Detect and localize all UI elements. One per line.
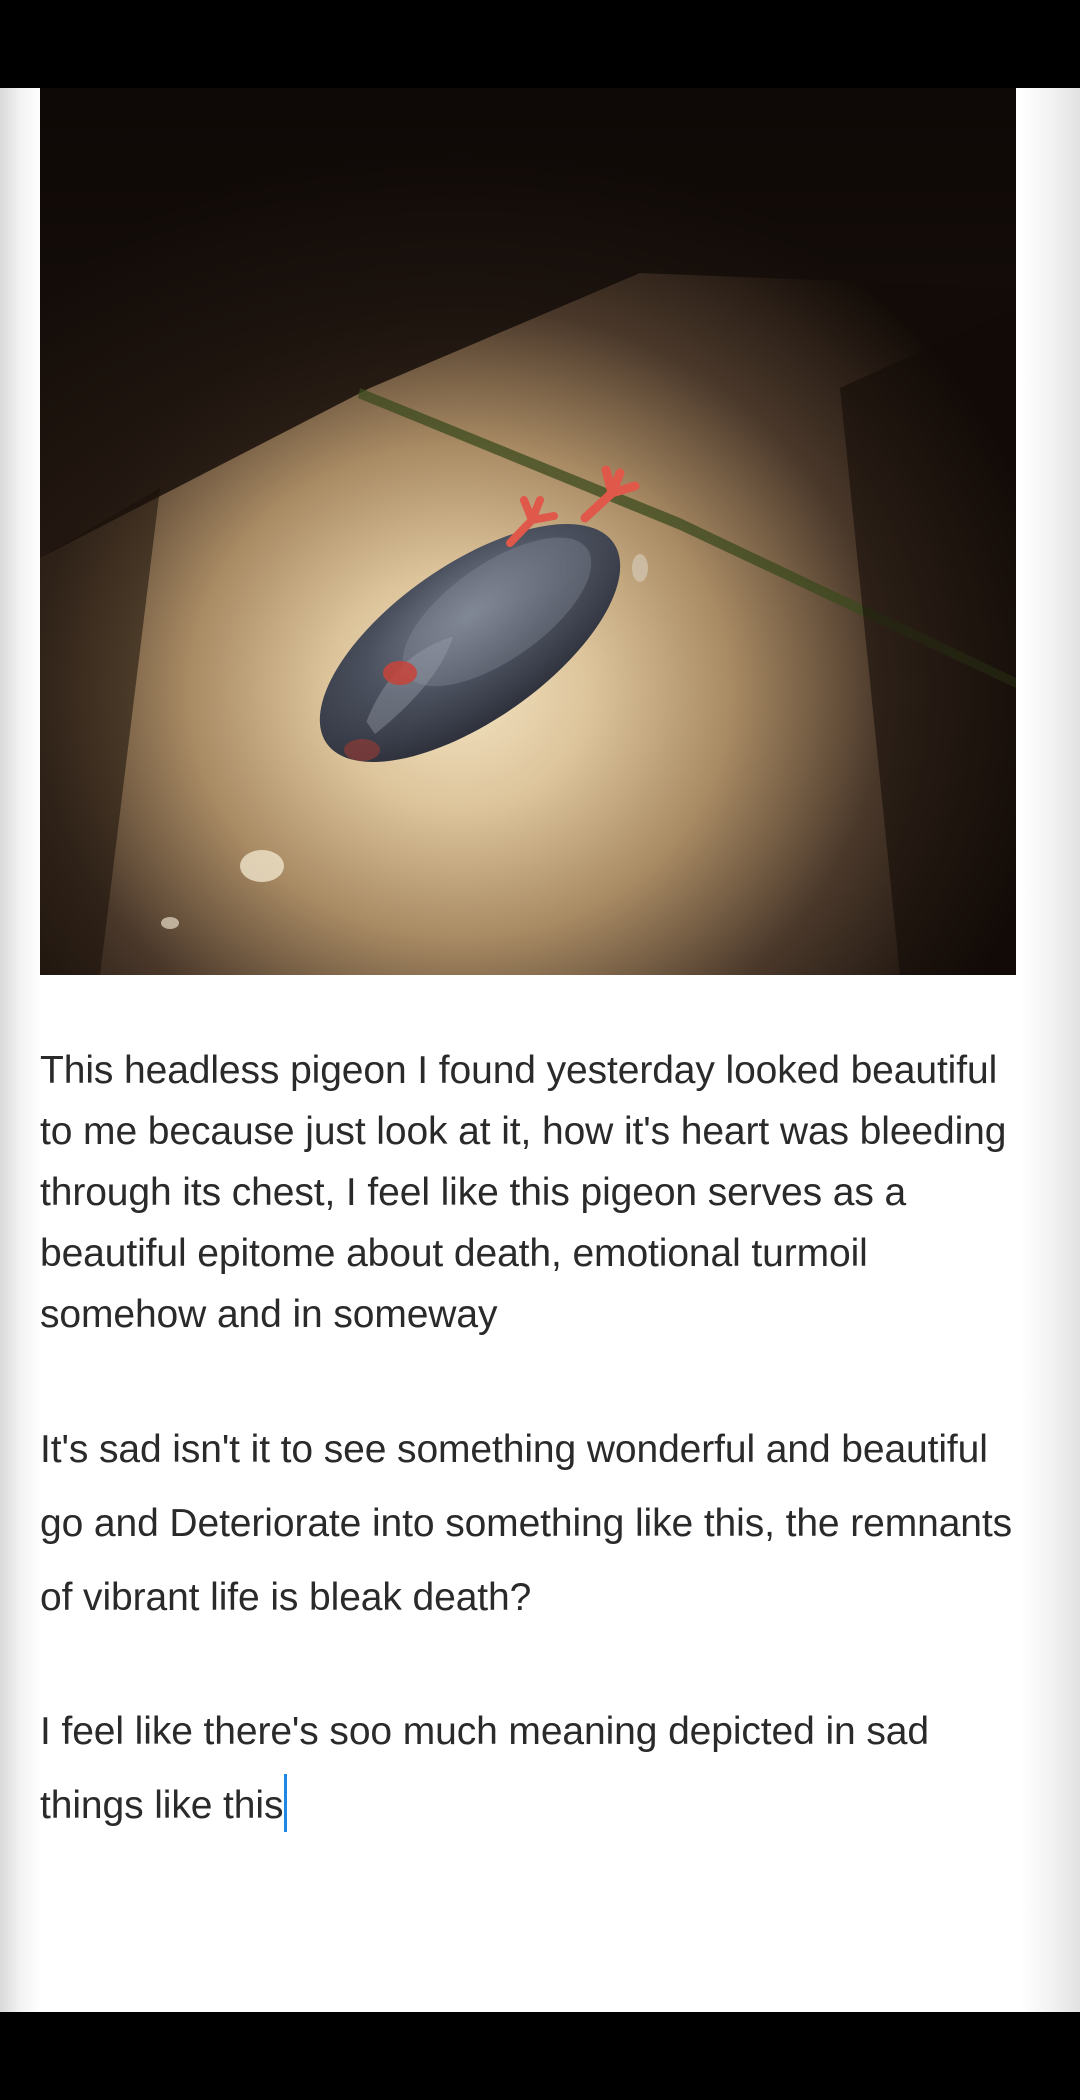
navigation-bar xyxy=(0,2012,1080,2100)
phone-screen: This headless pigeon I found yesterday l… xyxy=(0,0,1080,2100)
pigeon-photo-image xyxy=(40,88,1016,975)
paragraph-1: This headless pigeon I found yesterday l… xyxy=(40,1049,1018,1336)
post-editor: This headless pigeon I found yesterday l… xyxy=(0,88,1080,2012)
paragraph-3-text: I feel like there's soo much meaning dep… xyxy=(40,1710,940,1827)
post-photo[interactable] xyxy=(40,88,1016,975)
paragraph-3: I feel like there's soo much meaning dep… xyxy=(40,1695,1030,1843)
status-bar xyxy=(0,0,1080,88)
post-body-text[interactable]: This headless pigeon I found yesterday l… xyxy=(40,1040,1030,1843)
paragraph-2: It's sad isn't it to see something wonde… xyxy=(40,1428,1023,1619)
text-cursor xyxy=(284,1774,288,1832)
